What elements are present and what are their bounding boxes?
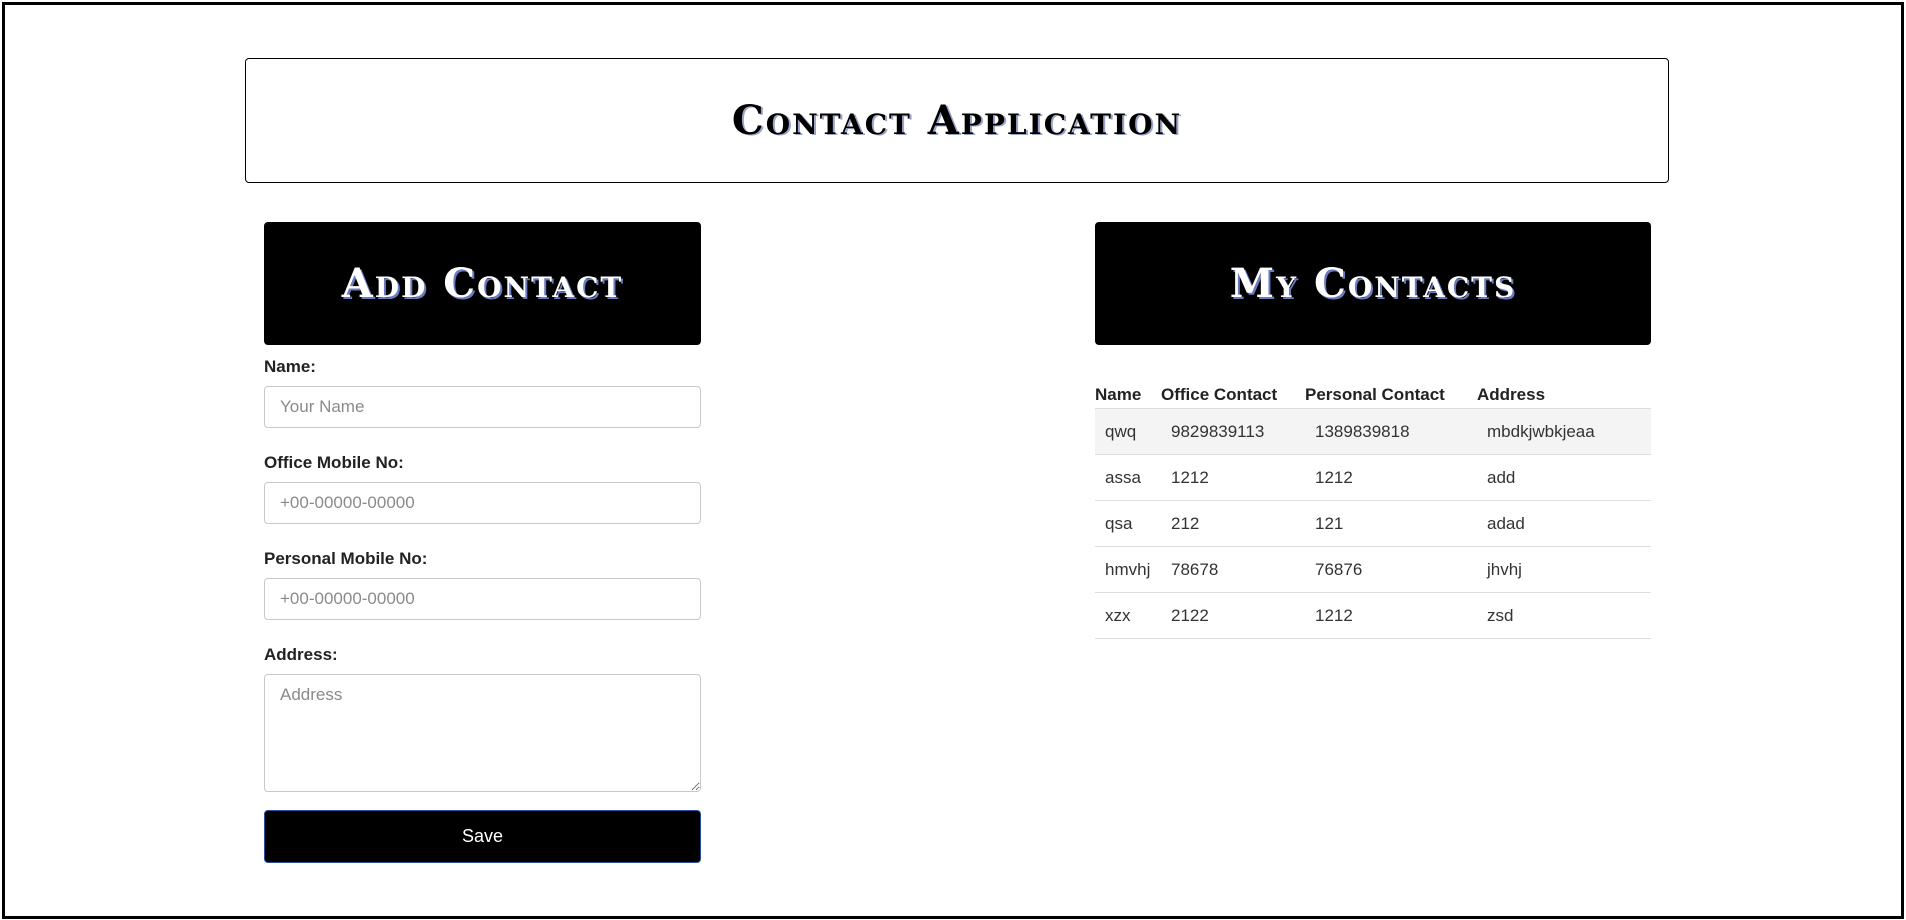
column-header-personal-contact: Personal Contact <box>1305 384 1445 404</box>
contacts-table: Name Office Contact Personal Contact Add… <box>1095 383 1651 639</box>
app-header: Contact Application <box>245 58 1669 183</box>
cell-name: qwq <box>1095 408 1161 455</box>
table-row: xzx 2122 1212 zsd <box>1095 592 1651 639</box>
office-mobile-label: Office Mobile No: <box>264 453 404 472</box>
save-button[interactable]: Save <box>264 810 701 863</box>
cell-office: 2122 <box>1161 592 1305 639</box>
name-input[interactable] <box>264 386 701 428</box>
column-header-name: Name <box>1095 384 1142 404</box>
table-row: qsa 212 121 adad <box>1095 500 1651 547</box>
cell-office: 78678 <box>1161 546 1305 593</box>
cell-name: assa <box>1095 454 1161 501</box>
cell-address: add <box>1477 454 1651 501</box>
cell-name: qsa <box>1095 500 1161 547</box>
my-contacts-title: My Contacts <box>1229 260 1517 307</box>
cell-personal: 1212 <box>1305 592 1477 639</box>
cell-personal: 1389839818 <box>1305 408 1477 455</box>
office-mobile-input[interactable] <box>264 482 701 524</box>
name-label: Name: <box>264 357 316 376</box>
cell-address: adad <box>1477 500 1651 547</box>
cell-name: xzx <box>1095 592 1161 639</box>
add-contact-form: Name: Office Mobile No: Personal Mobile … <box>264 357 701 863</box>
personal-mobile-input[interactable] <box>264 578 701 620</box>
address-label: Address: <box>264 645 338 664</box>
table-row: hmvhj 78678 76876 jhvhj <box>1095 546 1651 593</box>
cell-office: 9829839113 <box>1161 408 1305 455</box>
cell-address: jhvhj <box>1477 546 1651 593</box>
column-header-office-contact: Office Contact <box>1161 384 1278 404</box>
cell-name: hmvhj <box>1095 546 1161 593</box>
personal-mobile-label: Personal Mobile No: <box>264 549 428 568</box>
cell-personal: 1212 <box>1305 454 1477 501</box>
cell-address: mbdkjwbkjeaa <box>1477 408 1651 455</box>
table-row: assa 1212 1212 add <box>1095 454 1651 501</box>
contacts-table-body: qwq 9829839113 1389839818 mbdkjwbkjeaa assa 1… <box>1095 408 1651 639</box>
cell-personal: 121 <box>1305 500 1477 547</box>
add-contact-title: Add Contact <box>341 260 624 307</box>
table-header-row: Name Office Contact Personal Contact Add… <box>1095 383 1651 409</box>
app-frame: Contact Application Add Contact Name: Of… <box>2 2 1904 919</box>
app-title: Contact Application <box>731 97 1183 144</box>
my-contacts-banner: My Contacts <box>1095 222 1651 345</box>
cell-address: zsd <box>1477 592 1651 639</box>
cell-office: 212 <box>1161 500 1305 547</box>
address-textarea[interactable] <box>264 674 701 792</box>
cell-office: 1212 <box>1161 454 1305 501</box>
table-row: qwq 9829839113 1389839818 mbdkjwbkjeaa <box>1095 408 1651 455</box>
cell-personal: 76876 <box>1305 546 1477 593</box>
column-header-address: Address <box>1477 384 1546 404</box>
add-contact-banner: Add Contact <box>264 222 701 345</box>
